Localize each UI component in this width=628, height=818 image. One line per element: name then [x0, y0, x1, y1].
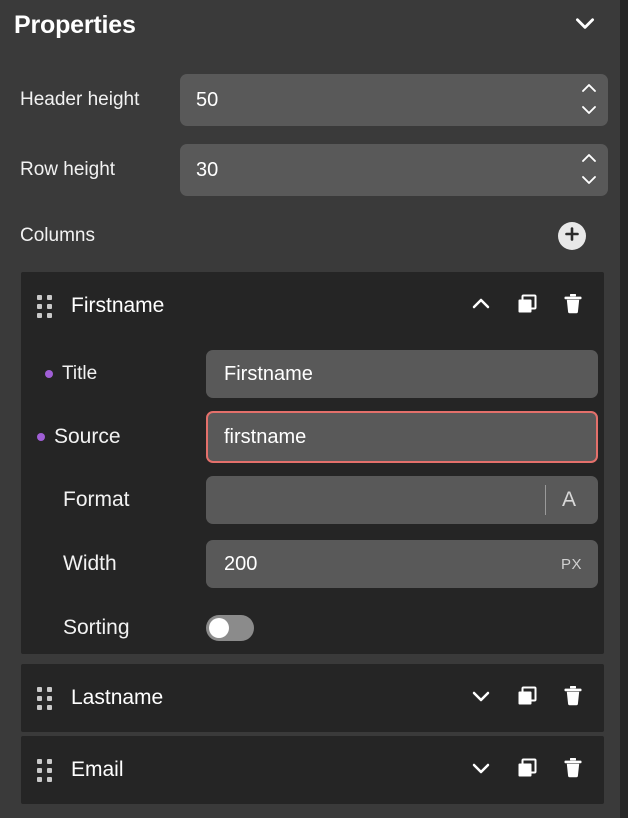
header-height-stepper[interactable] — [580, 82, 598, 118]
panel-collapse-button[interactable] — [568, 8, 602, 42]
header-height-value: 50 — [196, 88, 219, 111]
page-title: Properties — [14, 10, 136, 39]
column-card-lastname: Lastname — [21, 664, 604, 732]
copy-icon — [515, 292, 539, 321]
column-duplicate-button[interactable] — [512, 683, 542, 713]
plus-icon — [563, 225, 581, 248]
chevron-down-icon — [572, 10, 598, 41]
drag-handle-icon[interactable] — [21, 750, 67, 790]
width-value: 200 — [224, 552, 258, 575]
column-duplicate-button[interactable] — [512, 291, 542, 321]
column-card-firstname: Firstname Title Firstname Source firstna… — [21, 272, 604, 654]
column-delete-button[interactable] — [558, 683, 588, 713]
header-height-label: Header height — [20, 88, 140, 110]
format-input[interactable]: A — [206, 476, 598, 524]
drag-handle-icon[interactable] — [21, 286, 67, 326]
chevron-down-icon — [469, 684, 493, 713]
row-height-stepper[interactable] — [580, 152, 598, 188]
field-row-title: Title Firstname — [21, 348, 604, 400]
format-suffix[interactable]: A — [544, 485, 582, 515]
field-row-source: Source firstname — [21, 411, 604, 463]
title-input[interactable]: Firstname — [206, 350, 598, 398]
column-name: Lastname — [71, 686, 164, 709]
column-card-header[interactable]: Lastname — [21, 664, 604, 732]
copy-icon — [515, 684, 539, 713]
source-input[interactable]: firstname — [206, 411, 598, 463]
row-height-input[interactable]: 30 — [180, 144, 608, 196]
source-label: Source — [54, 425, 121, 448]
column-delete-button[interactable] — [558, 291, 588, 321]
width-label: Width — [63, 552, 117, 575]
drag-handle-icon[interactable] — [21, 678, 67, 718]
chevron-down-icon — [581, 172, 597, 190]
column-card-header[interactable]: Firstname — [21, 272, 604, 340]
row-height-label: Row height — [20, 158, 116, 180]
header-height-row: Header height 50 — [20, 64, 608, 136]
trash-icon — [561, 292, 585, 321]
width-unit-label: PX — [560, 555, 582, 573]
sorting-toggle[interactable] — [206, 615, 254, 641]
chevron-up-icon — [581, 80, 597, 98]
trash-icon — [561, 684, 585, 713]
column-card-email: Email — [21, 736, 604, 804]
chevron-down-icon — [469, 756, 493, 785]
header-height-input[interactable]: 50 — [180, 74, 608, 126]
column-card-header[interactable]: Email — [21, 736, 604, 804]
add-column-button[interactable] — [558, 222, 586, 250]
row-height-row: Row height 30 — [20, 144, 608, 196]
chevron-down-icon — [581, 102, 597, 120]
field-row-width: Width 200 PX — [21, 538, 604, 590]
properties-panel: Properties Header height 50 Row height 3… — [0, 0, 628, 818]
field-row-format: Format A — [21, 474, 604, 526]
title-label: Title — [62, 363, 98, 384]
column-actions — [466, 291, 588, 321]
column-actions — [466, 755, 588, 785]
column-expand-button[interactable] — [466, 755, 496, 785]
copy-icon — [515, 756, 539, 785]
column-duplicate-button[interactable] — [512, 755, 542, 785]
column-delete-button[interactable] — [558, 755, 588, 785]
sorting-label: Sorting — [63, 616, 130, 639]
format-type-icon: A — [561, 488, 576, 511]
source-value: firstname — [224, 425, 307, 448]
column-name: Email — [71, 758, 124, 781]
column-name: Firstname — [71, 294, 165, 317]
toggle-knob — [209, 618, 229, 638]
column-actions — [466, 683, 588, 713]
required-indicator-icon — [37, 433, 45, 441]
field-row-sorting: Sorting — [21, 602, 604, 654]
chevron-up-icon — [469, 292, 493, 321]
required-indicator-icon — [45, 370, 53, 378]
panel-header: Properties — [0, 0, 620, 50]
trash-icon — [561, 756, 585, 785]
panel-scroll-gutter[interactable] — [620, 0, 628, 818]
format-label: Format — [63, 488, 130, 511]
width-input[interactable]: 200 PX — [206, 540, 598, 588]
columns-label: Columns — [20, 225, 95, 246]
column-collapse-button[interactable] — [466, 291, 496, 321]
columns-section-header: Columns — [20, 214, 586, 258]
row-height-value: 30 — [196, 158, 219, 181]
title-value: Firstname — [224, 362, 313, 385]
column-expand-button[interactable] — [466, 683, 496, 713]
suffix-divider — [544, 485, 546, 515]
chevron-up-icon — [581, 150, 597, 168]
